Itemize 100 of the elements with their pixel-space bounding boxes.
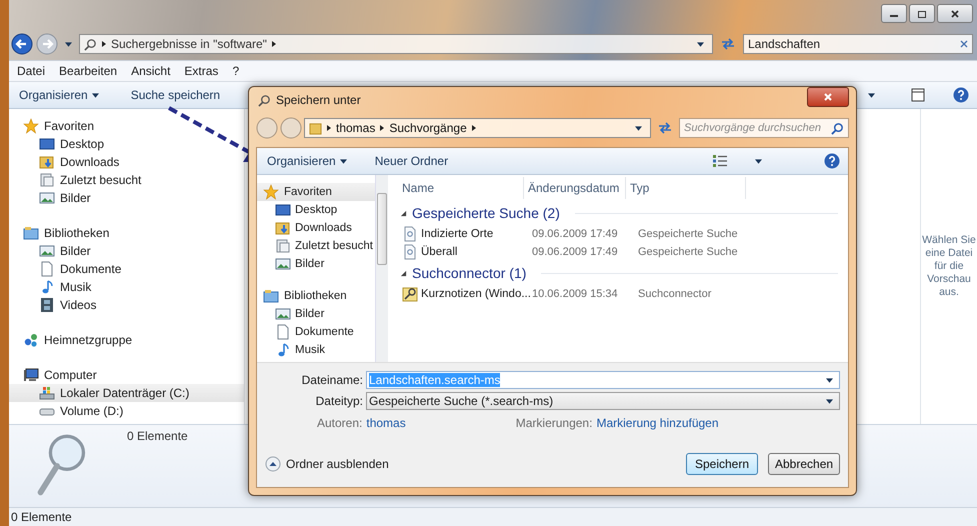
clear-icon[interactable] bbox=[960, 40, 968, 48]
caret-icon bbox=[826, 378, 833, 382]
breadcrumb-item[interactable]: Suchvorgänge bbox=[389, 121, 467, 135]
address-bar[interactable]: thomas Suchvorgänge bbox=[304, 118, 651, 138]
chevron-icon bbox=[472, 125, 476, 131]
file-row[interactable]: Indizierte Orte 09.06.2009 17:49 Gespeicherte Suche bbox=[398, 225, 848, 243]
tags-label: Markierungen: bbox=[516, 416, 592, 430]
film-icon bbox=[39, 297, 55, 313]
toolbar-button[interactable]: Suche speichern bbox=[130, 88, 220, 102]
file-row[interactable]: Überall 09.06.2009 17:49 Gespeicherte Suche bbox=[398, 243, 848, 261]
caret-icon bbox=[868, 92, 875, 98]
minimize-button[interactable] bbox=[881, 4, 907, 23]
close-icon bbox=[950, 8, 960, 18]
chevron-icon bbox=[327, 125, 331, 131]
column-header[interactable]: Typ bbox=[626, 177, 746, 199]
nav-label: Bibliotheken bbox=[44, 226, 110, 240]
close-button[interactable] bbox=[807, 87, 849, 107]
nav-item[interactable]: Bilder bbox=[9, 242, 244, 260]
breadcrumb-item[interactable]: Suchergebnisse in "software" bbox=[111, 37, 267, 51]
close-icon bbox=[823, 92, 833, 102]
nav-item[interactable]: Desktop bbox=[257, 201, 375, 219]
preview-pane-icon[interactable] bbox=[911, 88, 925, 102]
search-icon bbox=[831, 122, 844, 134]
caret-icon bbox=[340, 158, 347, 164]
nav-label: Downloads bbox=[295, 222, 352, 234]
group-header[interactable]: Gespeicherte Suche (2) bbox=[398, 201, 848, 225]
close-button[interactable] bbox=[937, 4, 973, 23]
nav-label: Bilder bbox=[60, 244, 91, 258]
caret-icon bbox=[826, 398, 833, 404]
caret-icon bbox=[697, 42, 704, 46]
nav-item[interactable]: Bilder bbox=[257, 305, 375, 323]
toolbar-button[interactable]: Neuer Ordner bbox=[374, 154, 448, 168]
dialog-title: Speichern unter bbox=[276, 93, 361, 107]
library-folder-icon bbox=[263, 288, 279, 304]
collapse-icon[interactable] bbox=[400, 270, 407, 276]
nav-item[interactable]: Lokaler Datenträger (C:) bbox=[9, 384, 244, 402]
nav-label: Downloads bbox=[60, 155, 120, 169]
nav-label: Desktop bbox=[60, 137, 104, 151]
nav-item[interactable]: Favoriten bbox=[257, 183, 375, 201]
refresh-icon[interactable] bbox=[657, 121, 673, 135]
nav-item[interactable]: Musik bbox=[9, 278, 244, 296]
menu-item[interactable]: Ansicht bbox=[131, 64, 170, 78]
nav-item[interactable]: Bibliotheken bbox=[9, 224, 244, 242]
file-name: Kurznotizen (Windo... bbox=[421, 288, 531, 300]
add-tag-link[interactable]: Markierung hinzufügen bbox=[596, 416, 719, 430]
saved-search-icon bbox=[402, 244, 418, 260]
nav-item[interactable]: Desktop bbox=[9, 135, 244, 153]
search-field[interactable]: Landschaften bbox=[743, 34, 973, 54]
toolbar-button[interactable]: Organisieren bbox=[19, 88, 103, 102]
dialog-button[interactable]: Speichern bbox=[686, 453, 758, 475]
nav-item[interactable]: Computer bbox=[9, 366, 244, 384]
group-title: Suchconnector (1) bbox=[412, 265, 526, 281]
item-count: 0 Elemente bbox=[127, 429, 188, 443]
nav-item[interactable]: Videos bbox=[9, 296, 244, 314]
nav-label: Bilder bbox=[295, 308, 324, 320]
picture-icon bbox=[39, 243, 55, 259]
view-list-icon[interactable] bbox=[713, 154, 727, 168]
menu-item[interactable]: Bearbeiten bbox=[59, 64, 118, 78]
nav-item[interactable]: Dokumente bbox=[257, 323, 375, 341]
menu-item[interactable]: Datei bbox=[17, 64, 46, 78]
nav-item[interactable]: Volume (D:) bbox=[9, 402, 244, 420]
toolbar-button[interactable]: Organisieren bbox=[267, 154, 351, 168]
help-icon[interactable] bbox=[824, 153, 840, 169]
nav-item[interactable]: Downloads bbox=[257, 219, 375, 237]
nav-item[interactable]: Zuletzt besucht bbox=[9, 171, 244, 189]
picture-icon bbox=[275, 256, 291, 272]
file-type: Gespeicherte Suche bbox=[637, 246, 739, 258]
nav-item[interactable]: Heimnetzgruppe bbox=[9, 331, 244, 349]
file-type: Suchconnector bbox=[637, 288, 712, 300]
help-icon[interactable] bbox=[953, 87, 969, 103]
dialog-button[interactable]: Abbrechen bbox=[768, 453, 840, 475]
nav-item[interactable]: Favoriten bbox=[9, 117, 244, 135]
status-text: 0 Elemente bbox=[11, 510, 72, 524]
filetype-dropdown[interactable]: Gespeicherte Suche (*.search-ms) bbox=[366, 392, 840, 410]
picture-icon bbox=[39, 190, 55, 206]
nav-item[interactable]: Bilder bbox=[9, 189, 244, 207]
nav-item[interactable]: Bibliotheken bbox=[257, 287, 375, 305]
nav-item[interactable]: Downloads bbox=[9, 153, 244, 171]
nav-label: Desktop bbox=[295, 204, 338, 216]
column-header[interactable]: Änderungsdatum bbox=[524, 177, 626, 199]
nav-item[interactable]: Zuletzt besucht bbox=[257, 237, 375, 255]
back-button[interactable] bbox=[11, 33, 33, 55]
authors-link[interactable]: thomas bbox=[366, 416, 406, 430]
nav-item[interactable]: Musik bbox=[257, 341, 375, 359]
chevron-icon bbox=[272, 41, 276, 47]
maximize-button[interactable] bbox=[909, 4, 935, 23]
nav-label: Computer bbox=[44, 368, 97, 382]
group-header[interactable]: Suchconnector (1) bbox=[398, 261, 848, 285]
breadcrumb-item[interactable]: thomas bbox=[336, 121, 376, 135]
menu-item[interactable]: ? bbox=[232, 64, 240, 78]
collapse-icon[interactable] bbox=[400, 210, 407, 216]
menu-item[interactable]: Extras bbox=[184, 64, 218, 78]
address-bar[interactable]: Suchergebnisse in "software" bbox=[79, 34, 713, 54]
nav-item[interactable]: Dokumente bbox=[9, 260, 244, 278]
column-header[interactable]: Name bbox=[398, 177, 524, 199]
scrollbar-thumb[interactable] bbox=[377, 193, 387, 265]
file-row[interactable]: Kurznotizen (Windo...10.06.2009 15:34 Suchconnector bbox=[398, 285, 848, 303]
nav-item[interactable]: Bilder bbox=[257, 255, 375, 273]
scrollbar[interactable] bbox=[375, 175, 388, 362]
hide-folders-button[interactable]: Ordner ausblenden bbox=[265, 456, 389, 472]
